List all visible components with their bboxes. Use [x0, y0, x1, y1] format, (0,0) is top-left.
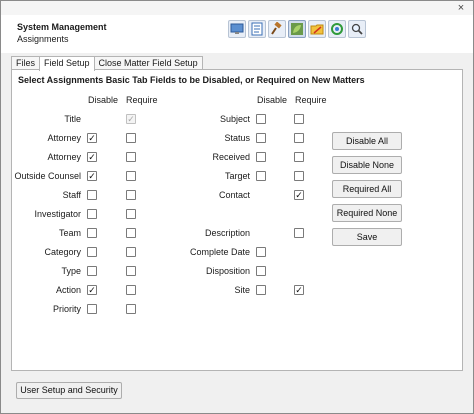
- disable-checkbox-type[interactable]: [87, 266, 97, 276]
- field-label: Disposition: [205, 266, 250, 276]
- disable-all-button[interactable]: Disable All: [332, 132, 402, 150]
- tab-field-setup[interactable]: Field Setup: [39, 56, 95, 71]
- gavel-icon: [270, 22, 284, 36]
- disable-checkbox-complete-date[interactable]: [256, 247, 266, 257]
- toolbar: [228, 20, 366, 38]
- field-label: Title: [64, 114, 81, 124]
- require-checkbox-contact[interactable]: ✓: [294, 190, 304, 200]
- disable-checkbox-category[interactable]: [87, 247, 97, 257]
- require-checkbox-received[interactable]: [294, 152, 304, 162]
- field-label: Complete Date: [189, 247, 250, 257]
- panel-heading: Select Assignments Basic Tab Fields to b…: [18, 75, 365, 85]
- field-label: Type: [61, 266, 81, 276]
- page-title: System Management: [17, 22, 107, 32]
- toolbar-button-gavel[interactable]: [268, 20, 286, 38]
- toolbar-button-monitor[interactable]: [228, 20, 246, 38]
- field-label: Outside Counsel: [14, 171, 81, 181]
- required-none-button[interactable]: Required None: [332, 204, 402, 222]
- field-label: Investigator: [34, 209, 81, 219]
- recycle-icon: [330, 22, 344, 36]
- field-label: Subject: [219, 114, 250, 124]
- require-column-header: Require: [295, 95, 327, 105]
- disable-checkbox-action[interactable]: ✓: [87, 285, 97, 295]
- disable-column-header: Disable: [88, 95, 119, 105]
- field-label: Description: [204, 228, 250, 238]
- require-checkbox-subject[interactable]: [294, 114, 304, 124]
- require-checkbox-status[interactable]: [294, 133, 304, 143]
- require-checkbox-description[interactable]: [294, 228, 304, 238]
- disable-checkbox-priority[interactable]: [87, 304, 97, 314]
- field-label: Contact: [218, 190, 250, 200]
- assignments-window: × System Management Assignments Files Fie…: [0, 0, 474, 414]
- field-label: Team: [58, 228, 81, 238]
- require-checkbox-target[interactable]: [294, 171, 304, 181]
- field-label: Attorney: [47, 152, 81, 162]
- toolbar-button-recycle[interactable]: [328, 20, 346, 38]
- disable-checkbox-outside-counsel[interactable]: ✓: [87, 171, 97, 181]
- disable-checkbox-received[interactable]: [256, 152, 266, 162]
- disable-checkbox-team[interactable]: [87, 228, 97, 238]
- disable-checkbox-attorney[interactable]: ✓: [87, 133, 97, 143]
- required-all-button[interactable]: Required All: [332, 180, 402, 198]
- field-label: Status: [224, 133, 250, 143]
- field-setup-panel: Select Assignments Basic Tab Fields to b…: [11, 69, 463, 371]
- field-label: Attorney: [47, 133, 81, 143]
- tab-close-matter-field-setup[interactable]: Close Matter Field Setup: [93, 56, 203, 70]
- require-checkbox-site[interactable]: ✓: [294, 285, 304, 295]
- folder-icon: [310, 22, 324, 36]
- leaf-icon: [290, 22, 304, 36]
- toolbar-button-document[interactable]: [248, 20, 266, 38]
- disable-column-header: Disable: [257, 95, 288, 105]
- toolbar-button-folder[interactable]: [308, 20, 326, 38]
- tab-files[interactable]: Files: [11, 56, 41, 70]
- tab-bar: Files Field Setup Close Matter Field Setup: [11, 56, 203, 71]
- monitor-icon: [230, 22, 244, 36]
- field-label: Received: [212, 152, 250, 162]
- field-label: Target: [224, 171, 250, 181]
- disable-checkbox-staff[interactable]: [87, 190, 97, 200]
- document-icon: [250, 22, 264, 36]
- field-label: Staff: [62, 190, 81, 200]
- disable-checkbox-site[interactable]: [256, 285, 266, 295]
- disable-checkbox-status[interactable]: [256, 133, 266, 143]
- field-label: Priority: [52, 304, 81, 314]
- magnifier-icon: [350, 22, 364, 36]
- disable-none-button[interactable]: Disable None: [332, 156, 402, 174]
- require-checkbox-priority[interactable]: [126, 304, 136, 314]
- save-button[interactable]: Save: [332, 228, 402, 246]
- field-label: Site: [234, 285, 250, 295]
- close-icon[interactable]: ×: [454, 1, 468, 15]
- disable-checkbox-attorney[interactable]: ✓: [87, 152, 97, 162]
- field-label: Category: [44, 247, 81, 257]
- disable-checkbox-investigator[interactable]: [87, 209, 97, 219]
- disable-checkbox-target[interactable]: [256, 171, 266, 181]
- page-subtitle: Assignments: [17, 34, 69, 44]
- require-column-header: Require: [126, 95, 158, 105]
- user-setup-button[interactable]: User Setup and Security: [16, 382, 122, 399]
- field-label: Action: [55, 285, 81, 295]
- disable-checkbox-disposition[interactable]: [256, 266, 266, 276]
- toolbar-button-leaf[interactable]: [288, 20, 306, 38]
- toolbar-button-magnifier[interactable]: [348, 20, 366, 38]
- disable-checkbox-subject[interactable]: [256, 114, 266, 124]
- require-checkbox-investigator[interactable]: [126, 209, 136, 219]
- title-bar: ×: [1, 1, 473, 15]
